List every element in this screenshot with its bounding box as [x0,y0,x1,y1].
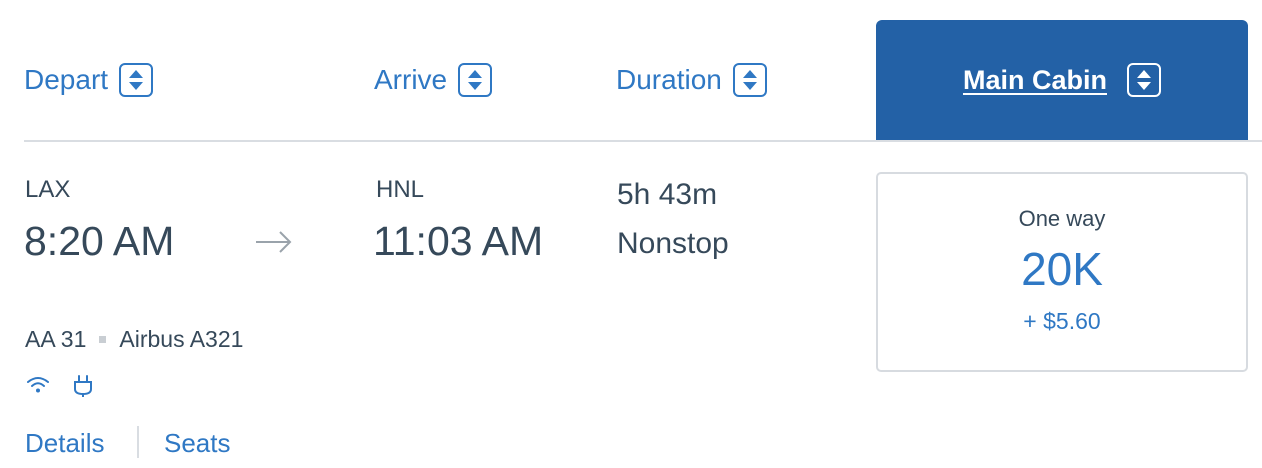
flight-info: AA 31 Airbus A321 [25,328,243,351]
depart-sort-header[interactable]: Depart [24,20,154,140]
arrive-sort-header[interactable]: Arrive [374,20,493,140]
depart-header-label[interactable]: Depart [24,66,108,94]
seats-link[interactable]: Seats [164,430,231,456]
depart-time: 8:20 AM [24,218,175,264]
power-outlet-icon [72,374,94,403]
main-cabin-sort-tab[interactable]: Main Cabin [876,20,1248,140]
arrow-right-icon [254,228,294,261]
sort-icon[interactable] [732,63,767,97]
main-cabin-fare-button[interactable]: One way 20K + $5.60 [876,172,1248,372]
details-link[interactable]: Details [25,430,104,456]
duration-header-label[interactable]: Duration [616,66,722,94]
duration-sort-header[interactable]: Duration [616,20,767,140]
separator-dot [99,336,107,343]
sort-icon[interactable] [458,63,493,97]
header-divider [24,140,1262,142]
aircraft-type: Airbus A321 [119,326,244,352]
wifi-icon [26,375,50,400]
stops-label: Nonstop [617,227,729,260]
destination-airport: HNL [376,176,425,203]
main-cabin-header-label[interactable]: Main Cabin [963,66,1107,94]
fare-taxes: + $5.60 [1023,308,1101,334]
sort-icon[interactable] [1127,63,1161,97]
arrive-header-label[interactable]: Arrive [374,66,447,94]
flight-duration: 5h 43m [617,178,718,211]
fare-type: One way [1018,206,1106,231]
arrive-time: 11:03 AM [373,218,544,264]
flight-number: AA 31 [25,326,87,352]
fare-miles: 20K [1021,243,1103,295]
sort-icon[interactable] [119,63,154,97]
link-divider [137,426,139,458]
origin-airport: LAX [25,176,71,203]
